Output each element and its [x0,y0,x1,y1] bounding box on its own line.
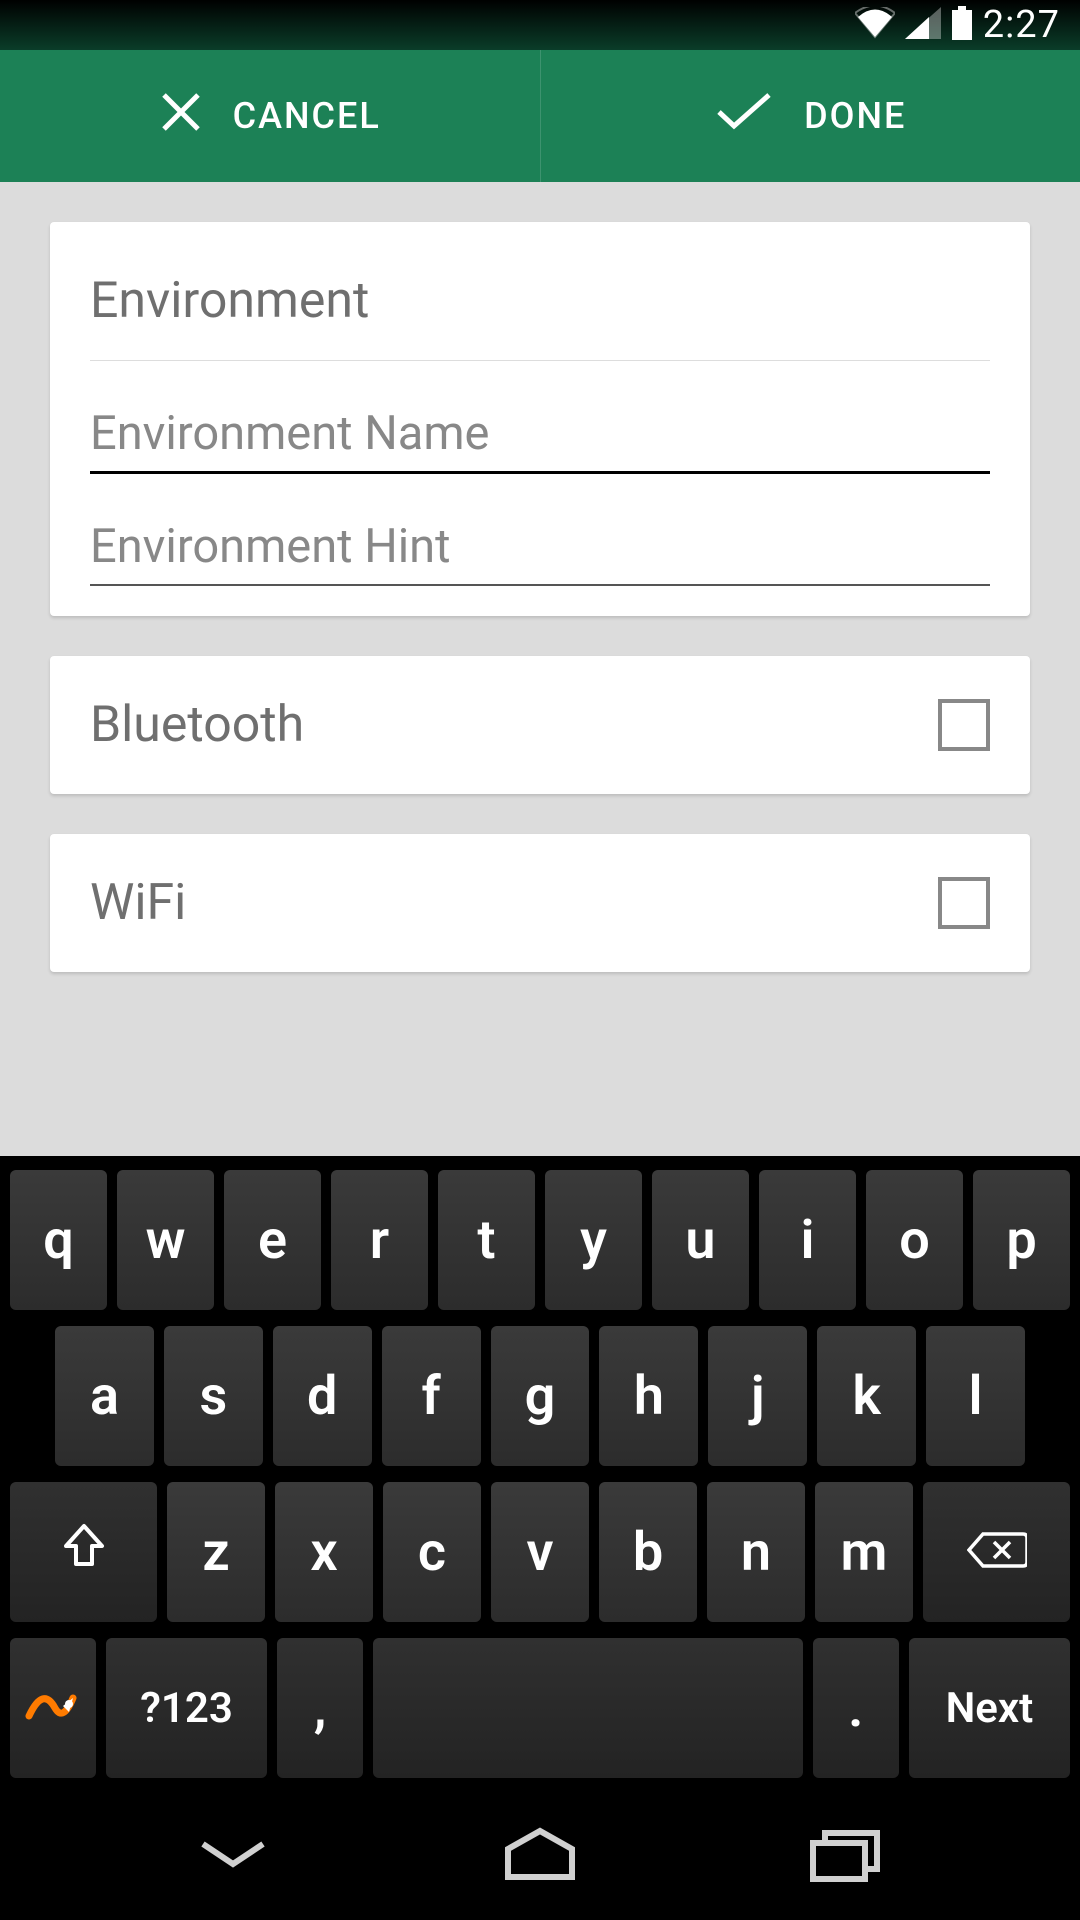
key-v[interactable]: v [491,1482,589,1622]
key-space[interactable] [373,1638,803,1778]
inputs-wrapper [90,361,990,586]
key-e[interactable]: e [224,1170,321,1310]
cancel-label: CANCEL [233,95,381,137]
done-label: DONE [804,95,906,137]
status-time: 2:27 [983,3,1060,47]
key-m[interactable]: m [815,1482,913,1622]
key-x[interactable]: x [275,1482,373,1622]
signal-icon [905,7,941,43]
bluetooth-checkbox[interactable] [938,699,990,751]
check-icon [714,90,774,143]
key-q[interactable]: q [10,1170,107,1310]
key-i[interactable]: i [759,1170,856,1310]
bluetooth-row[interactable]: Bluetooth [50,656,1030,794]
status-bar: 2:27 [0,0,1080,50]
key-z[interactable]: z [167,1482,265,1622]
environment-title: Environment [90,252,990,361]
content-area: Environment Bluetooth WiFi [0,182,1080,972]
key-s[interactable]: s [164,1326,263,1466]
key-w[interactable]: w [117,1170,214,1310]
key-n[interactable]: n [707,1482,805,1622]
swype-icon [25,1677,81,1740]
key-b[interactable]: b [599,1482,697,1622]
key-a[interactable]: a [55,1326,154,1466]
shift-icon [60,1521,108,1584]
wifi-label: WiFi [90,874,186,932]
navigation-bar [0,1792,1080,1920]
environment-name-input[interactable] [90,396,990,474]
key-h[interactable]: h [599,1326,698,1466]
nav-recent-button[interactable] [787,1826,907,1886]
bluetooth-label: Bluetooth [90,696,304,754]
keyboard: q w e r t y u i o p a s d f g h j k l z … [0,1156,1080,1792]
recent-apps-icon [807,1827,887,1886]
environment-hint-input[interactable] [90,509,990,586]
keyboard-row-3: z x c v b n m [10,1482,1070,1622]
close-icon [159,90,203,143]
wifi-checkbox[interactable] [938,877,990,929]
status-icons: 2:27 [855,3,1060,47]
action-bar: CANCEL DONE [0,50,1080,182]
key-p[interactable]: p [973,1170,1070,1310]
key-j[interactable]: j [708,1326,807,1466]
key-t[interactable]: t [438,1170,535,1310]
key-symbols[interactable]: ?123 [106,1638,267,1778]
key-u[interactable]: u [652,1170,749,1310]
key-swype[interactable] [10,1638,96,1778]
key-period[interactable]: . [813,1638,899,1778]
key-o[interactable]: o [866,1170,963,1310]
key-k[interactable]: k [817,1326,916,1466]
environment-card: Environment [50,222,1030,616]
key-f[interactable]: f [382,1326,481,1466]
keyboard-row-4: ?123 , . Next [10,1638,1070,1778]
done-button[interactable]: DONE [541,50,1080,182]
key-d[interactable]: d [273,1326,372,1466]
home-icon [500,1827,580,1886]
backspace-icon [967,1521,1027,1584]
key-y[interactable]: y [545,1170,642,1310]
wifi-row[interactable]: WiFi [50,834,1030,972]
key-r[interactable]: r [331,1170,428,1310]
keyboard-row-2: a s d f g h j k l [10,1326,1070,1466]
key-next[interactable]: Next [909,1638,1070,1778]
key-l[interactable]: l [926,1326,1025,1466]
key-c[interactable]: c [383,1482,481,1622]
wifi-icon [855,7,895,43]
key-g[interactable]: g [491,1326,590,1466]
battery-icon [951,6,973,44]
chevron-down-icon [193,1834,273,1878]
cancel-button[interactable]: CANCEL [0,50,541,182]
key-comma[interactable]: , [277,1638,363,1778]
keyboard-row-1: q w e r t y u i o p [10,1170,1070,1310]
nav-home-button[interactable] [480,1826,600,1886]
nav-back-button[interactable] [173,1826,293,1886]
key-backspace[interactable] [923,1482,1070,1622]
key-shift[interactable] [10,1482,157,1622]
